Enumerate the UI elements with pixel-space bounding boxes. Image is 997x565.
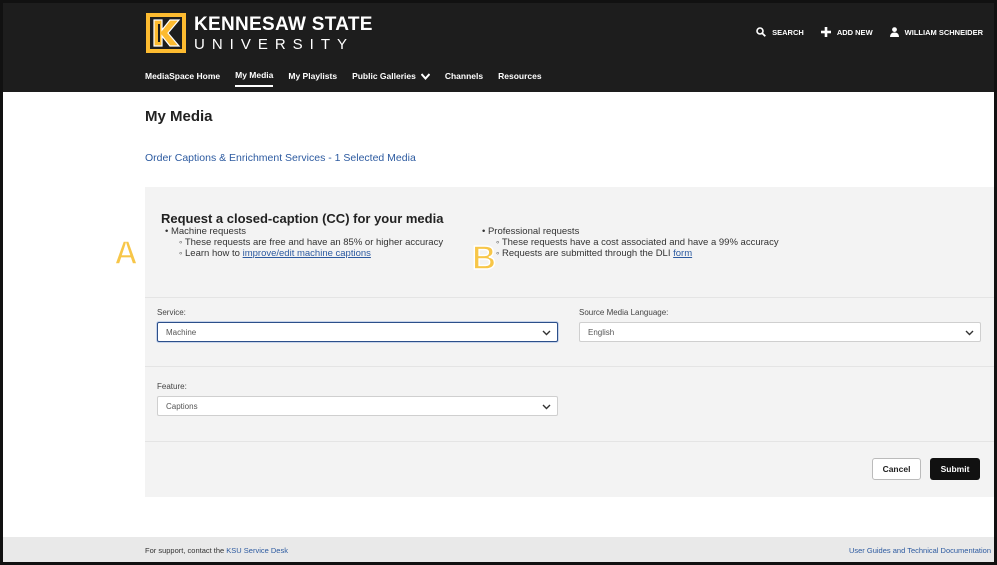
chevron-down-icon — [965, 330, 974, 336]
nav-label: Channels — [444, 71, 484, 81]
professional-item-1: These requests have a cost associated an… — [501, 237, 779, 248]
main-content: My Media Order Captions & Enrichment Ser… — [0, 92, 997, 537]
nav-label: My Media — [235, 70, 274, 80]
machine-item-1: These requests are free and have an 85% … — [184, 237, 444, 248]
ksu-k-logo-icon — [146, 13, 186, 53]
service-value: Machine — [166, 327, 197, 337]
divider — [145, 366, 997, 367]
machine-requests-list: • Machine requests ◦ These requests are … — [165, 226, 444, 259]
add-new-label: ADD NEW — [836, 27, 873, 37]
plus-icon — [820, 27, 831, 37]
professional-item-2: Requests are submitted through the DLI — [502, 248, 674, 259]
user-menu[interactable]: WILLIAM SCHNEIDER — [889, 27, 983, 37]
annotation-a-badge: A — [113, 235, 138, 269]
nav-my-playlists[interactable]: My Playlists — [288, 70, 337, 87]
chevron-down-icon — [542, 404, 551, 410]
add-new-link[interactable]: ADD NEW — [820, 27, 873, 37]
nav-label: Resources — [498, 71, 542, 81]
language-select[interactable]: English — [579, 322, 981, 342]
professional-title: Professional requests — [487, 226, 580, 237]
user-icon — [889, 27, 899, 37]
cancel-button[interactable]: Cancel — [872, 458, 921, 480]
divider — [145, 297, 997, 298]
page-subtitle: Order Captions & Enrichment Services - 1… — [145, 152, 416, 164]
nav-label: My Playlists — [288, 71, 338, 81]
chevron-down-icon — [542, 330, 551, 336]
page-title: My Media — [145, 108, 213, 125]
divider — [145, 441, 997, 442]
feature-value: Captions — [166, 401, 198, 411]
caption-request-panel: Request a closed-caption (CC) for your m… — [113, 187, 997, 497]
nav-label: Public Galleries — [352, 71, 416, 81]
language-value: English — [588, 327, 615, 337]
nav-label: MediaSpace Home — [145, 71, 221, 81]
user-name: WILLIAM SCHNEIDER — [904, 27, 983, 37]
site-header: KENNESAW STATE UNIVERSITY SEARCH ADD NEW… — [0, 0, 997, 92]
ksu-logo[interactable]: KENNESAW STATE UNIVERSITY — [145, 12, 373, 54]
nav-my-media[interactable]: My Media — [235, 70, 274, 87]
nav-mediaspace-home[interactable]: MediaSpace Home — [145, 70, 220, 87]
search-label: SEARCH — [772, 27, 804, 37]
ksu-service-desk-link[interactable]: KSU Service Desk — [226, 546, 288, 555]
feature-select[interactable]: Captions — [157, 396, 558, 416]
language-label: Source Media Language: — [579, 308, 669, 317]
user-guides-link[interactable]: User Guides and Technical Documentation — [849, 546, 991, 555]
improve-captions-link[interactable]: improve/edit machine captions — [243, 248, 371, 259]
logo-subname: UNIVERSITY — [194, 35, 355, 53]
chevron-down-icon — [420, 72, 430, 80]
nav-public-galleries[interactable]: Public Galleries — [352, 70, 430, 87]
feature-label: Feature: — [157, 382, 187, 391]
machine-title: Machine requests — [170, 226, 246, 237]
search-icon — [756, 27, 767, 37]
request-heading: Request a closed-caption (CC) for your m… — [161, 211, 444, 226]
annotation-a-letter: A — [114, 235, 138, 269]
nav-resources[interactable]: Resources — [498, 70, 541, 87]
machine-item-2: Learn how to — [185, 248, 243, 259]
main-nav: MediaSpace Home My Media My Playlists Pu… — [145, 70, 542, 87]
logo-name: KENNESAW STATE — [194, 13, 373, 35]
support-prefix: For support, contact the — [145, 546, 227, 555]
professional-requests-list: • Professional requests ◦ These requests… — [482, 226, 779, 259]
annotation-b-letter: B — [472, 240, 496, 274]
annotation-b-badge: B — [471, 240, 496, 274]
service-select[interactable]: Machine — [157, 322, 558, 342]
service-label: Service: — [157, 308, 186, 317]
dli-form-link[interactable]: form — [673, 248, 692, 259]
submit-button[interactable]: Submit — [930, 458, 980, 480]
search-link[interactable]: SEARCH — [756, 27, 804, 37]
site-footer: For support, contact the KSU Service Des… — [0, 537, 997, 565]
nav-channels[interactable]: Channels — [445, 70, 483, 87]
support-text: For support, contact the KSU Service Des… — [145, 546, 288, 555]
utility-links: SEARCH ADD NEW WILLIAM SCHNEIDER — [756, 27, 983, 37]
